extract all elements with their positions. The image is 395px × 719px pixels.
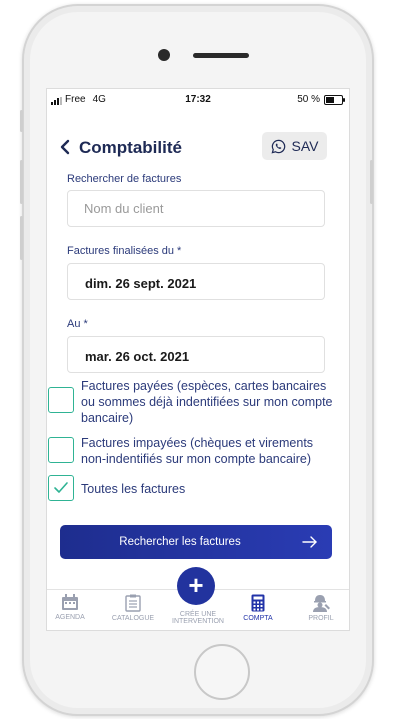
tab-agenda[interactable]: AGENDA (47, 594, 96, 621)
create-intervention-button[interactable]: + (177, 567, 215, 605)
home-button[interactable] (194, 644, 250, 700)
unpaid-label-line1: Factures impayées (chèques et virements (81, 436, 314, 450)
tab-catalogue-label: CATALOGUE (111, 615, 155, 622)
speaker (193, 53, 249, 58)
worker-icon (313, 595, 330, 612)
sav-label: SAV (291, 138, 319, 154)
app-screen: Free 4G 17:32 50 % Comptabilité SAV Rech… (46, 88, 350, 631)
date-to-value: mar. 26 oct. 2021 (85, 349, 190, 364)
date-to-label: Au * (67, 318, 88, 330)
battery-percent: 50 % (297, 94, 320, 105)
date-from-value: dim. 26 sept. 2021 (85, 276, 197, 291)
tab-agenda-label: AGENDA (55, 614, 85, 621)
search-button-label: Rechercher les factures (119, 536, 241, 548)
tab-intervention-label-line1: CRÉE UNE (179, 611, 217, 618)
search-invoices-button[interactable]: Rechercher les factures (60, 525, 332, 559)
paid-label-line3: bancaire) (81, 411, 134, 425)
page-title: Comptabilité (79, 138, 182, 157)
client-search-field[interactable] (67, 190, 325, 227)
paid-label-line2: ou sommes déjà indentifiées sur mon comp… (81, 395, 333, 409)
search-label: Rechercher de factures (67, 173, 182, 185)
whatsapp-icon (271, 139, 285, 153)
tab-profil-label: PROFIL (308, 615, 334, 622)
mute-switch (20, 110, 23, 132)
battery-icon (324, 94, 345, 105)
date-from-label: Factures finalisées du * (67, 245, 182, 257)
date-from-field[interactable]: dim. 26 sept. 2021 (67, 263, 325, 300)
arrow-right-icon (302, 536, 317, 548)
tab-catalogue[interactable]: CATALOGUE (107, 594, 159, 622)
calendar-icon (62, 594, 78, 610)
tab-intervention-label-line2: INTERVENTION (172, 618, 224, 625)
unpaid-label-line2: non-indentifiés sur mon compte bancaire) (81, 452, 311, 466)
tab-compta[interactable]: COMPTA (232, 594, 284, 622)
paid-label-line1: Factures payées (espèces, cartes bancair… (81, 379, 327, 393)
sav-button[interactable]: SAV (262, 132, 327, 160)
camera (158, 49, 170, 61)
tab-new-intervention[interactable]: CRÉE UNE INTERVENTION (163, 611, 233, 625)
all-checkbox[interactable] (48, 475, 74, 501)
back-chevron-icon[interactable] (59, 139, 71, 155)
checkmark-icon (54, 482, 68, 493)
client-search-input[interactable] (68, 191, 324, 226)
unpaid-checkbox[interactable] (48, 437, 74, 463)
paid-checkbox[interactable] (48, 387, 74, 413)
power-button (370, 160, 373, 204)
status-bar: Free 4G 17:32 50 % (47, 89, 349, 109)
clipboard-icon (125, 594, 141, 612)
all-label: Toutes les factures (81, 482, 186, 496)
date-to-field[interactable]: mar. 26 oct. 2021 (67, 336, 325, 373)
plus-icon: + (188, 570, 204, 600)
tab-compta-label: COMPTA (243, 615, 273, 622)
page-header: Comptabilité SAV (47, 129, 349, 165)
tab-profil[interactable]: PROFIL (295, 594, 347, 622)
calculator-icon (251, 594, 265, 612)
volume-up-button (20, 160, 23, 204)
volume-down-button (20, 216, 23, 260)
